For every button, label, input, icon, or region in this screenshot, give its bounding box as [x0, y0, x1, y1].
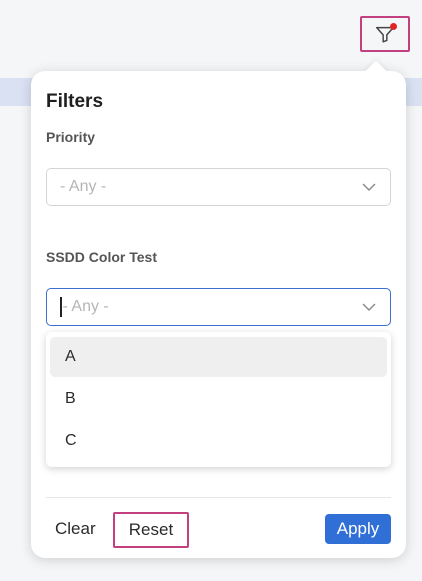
footer-divider — [46, 497, 391, 498]
dropdown-option[interactable]: B — [50, 379, 387, 419]
filters-panel: Filters Priority - Any - SSDD Color Test… — [31, 71, 406, 558]
color-test-dropdown: A B C — [46, 332, 391, 467]
reset-button[interactable]: Reset — [113, 512, 189, 548]
color-test-label: SSDD Color Test — [46, 249, 157, 265]
chevron-down-icon — [362, 183, 376, 191]
priority-select-value: - Any - — [60, 178, 107, 195]
chevron-down-icon — [362, 303, 376, 311]
clear-button[interactable]: Clear — [55, 519, 96, 539]
dropdown-option[interactable]: C — [50, 421, 387, 461]
dropdown-option[interactable]: A — [50, 337, 387, 377]
filter-button[interactable] — [360, 16, 410, 52]
text-caret — [60, 297, 62, 317]
apply-button[interactable]: Apply — [325, 514, 391, 544]
color-test-select[interactable]: - Any - — [46, 288, 391, 326]
priority-label: Priority — [46, 129, 96, 145]
color-test-select-value: - Any - — [62, 298, 109, 315]
notification-dot — [390, 23, 397, 30]
priority-select[interactable]: - Any - — [46, 168, 391, 206]
panel-title: Filters — [46, 91, 104, 112]
